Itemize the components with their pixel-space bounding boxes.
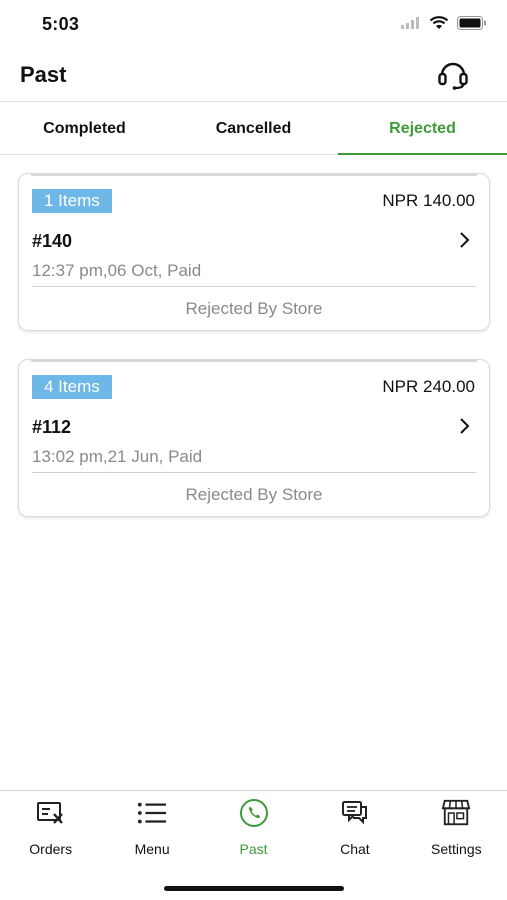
order-price: NPR 240.00 (382, 377, 475, 396)
card-divider (32, 472, 476, 473)
nav-menu[interactable]: Menu (101, 791, 202, 861)
tab-rejected[interactable]: Rejected (338, 103, 507, 155)
tab-completed[interactable]: Completed (0, 103, 169, 154)
nav-label: Orders (29, 841, 73, 857)
order-number: #140 (32, 231, 73, 251)
items-badge: 4 Items (32, 375, 112, 399)
support-button[interactable] (435, 56, 471, 92)
card-top-divider (31, 360, 477, 362)
home-indicator (164, 886, 344, 891)
headset-icon (438, 62, 468, 90)
nav-past[interactable]: Past (203, 791, 304, 861)
nav-chat[interactable]: Chat (304, 791, 405, 861)
card-top-divider (31, 174, 477, 176)
order-meta: 13:02 pm,21 Jun, Paid (32, 447, 203, 466)
tab-bar: Completed Cancelled Rejected (0, 103, 507, 155)
wifi-icon (429, 16, 449, 29)
items-badge: 1 Items (32, 189, 112, 213)
status-time: 5:03 (42, 14, 80, 34)
bottom-nav: Orders Menu Past Chat Settings (0, 790, 507, 900)
header: Past (0, 50, 507, 102)
status-icons (401, 16, 487, 30)
nav-label: Chat (340, 841, 370, 857)
card-divider (32, 286, 476, 287)
status-bar: 5:03 (0, 0, 507, 50)
order-number: #112 (32, 417, 72, 437)
nav-settings[interactable]: Settings (406, 791, 507, 861)
orders-list: 1 Items NPR 140.00 #140 12:37 pm,06 Oct,… (18, 173, 490, 545)
store-icon (442, 799, 471, 826)
orders-icon (36, 802, 63, 824)
chevron-right-icon[interactable] (457, 418, 473, 434)
nav-label: Past (239, 841, 268, 857)
past-phone-icon (239, 799, 268, 827)
nav-label: Menu (134, 841, 170, 857)
order-status: Rejected By Store (185, 485, 323, 504)
order-price: NPR 140.00 (382, 191, 475, 210)
nav-orders[interactable]: Orders (0, 791, 101, 861)
order-card[interactable]: 1 Items NPR 140.00 #140 12:37 pm,06 Oct,… (18, 173, 490, 331)
chevron-right-icon[interactable] (457, 232, 473, 248)
order-meta: 12:37 pm,06 Oct, Paid (32, 261, 202, 280)
tab-cancelled[interactable]: Cancelled (169, 103, 338, 154)
signal-icon (401, 17, 419, 29)
chat-icon (341, 801, 367, 825)
order-card[interactable]: 4 Items NPR 240.00 #112 13:02 pm,21 Jun,… (18, 359, 490, 517)
order-status: Rejected By Store (185, 299, 323, 318)
battery-icon (457, 16, 486, 30)
nav-label: Settings (431, 841, 482, 857)
page-title: Past (20, 62, 67, 87)
menu-list-icon (138, 802, 167, 824)
